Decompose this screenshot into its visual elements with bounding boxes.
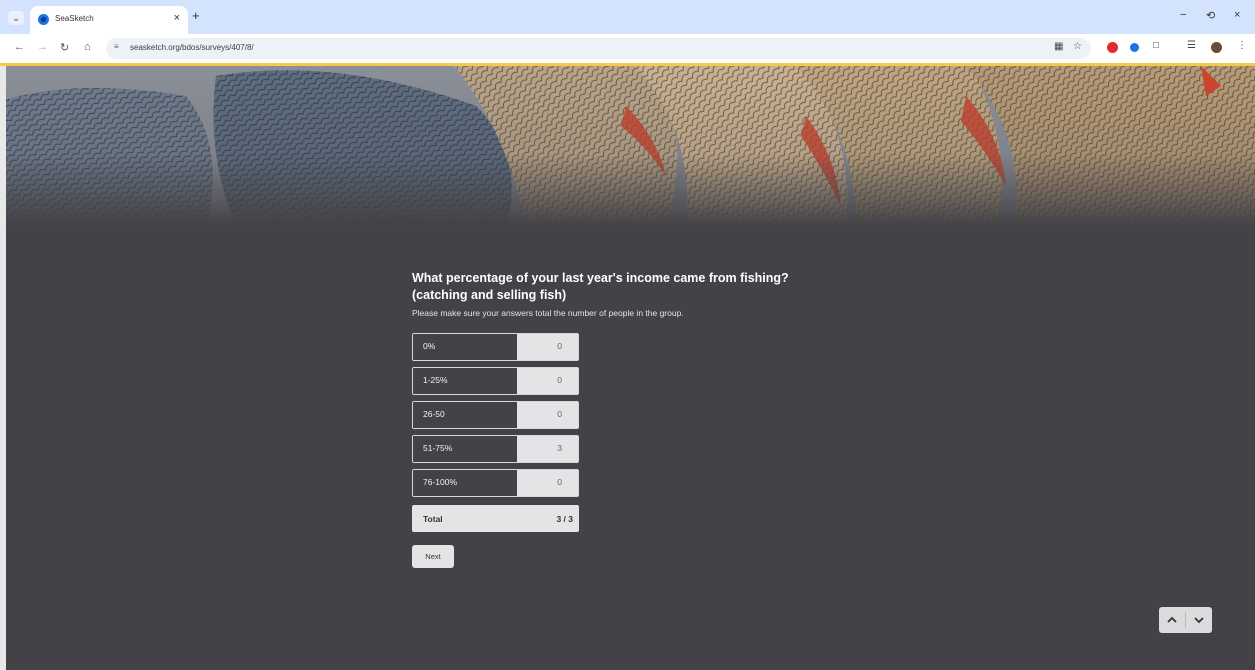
total-summary: Total 3 / 3 bbox=[412, 505, 579, 532]
close-window-button[interactable]: × bbox=[1234, 9, 1240, 21]
question-pager bbox=[1159, 607, 1212, 633]
home-icon[interactable]: ⌂ bbox=[84, 41, 91, 53]
url-text: seasketch.org/bdos/surveys/407/8/ bbox=[130, 43, 254, 52]
answer-label: 51-75% bbox=[413, 436, 517, 462]
total-value: 3 / 3 bbox=[556, 513, 573, 524]
cast-icon[interactable]: ▦ bbox=[1054, 41, 1063, 52]
forward-icon[interactable]: → bbox=[37, 41, 48, 53]
answer-number-input[interactable]: 3 bbox=[517, 436, 578, 462]
answer-row-1: 1-25% 0 bbox=[412, 367, 579, 395]
tab-title: SeaSketch bbox=[55, 14, 94, 23]
tab-menu-icon[interactable]: ⌄ bbox=[8, 11, 24, 25]
answer-number-input[interactable]: 0 bbox=[517, 470, 578, 496]
question-title: What percentage of your last year's inco… bbox=[412, 271, 789, 302]
survey-question-block: What percentage of your last year's inco… bbox=[412, 270, 832, 568]
new-tab-button[interactable]: + bbox=[192, 8, 200, 23]
reload-icon[interactable]: ↻ bbox=[60, 41, 69, 54]
total-label: Total bbox=[423, 513, 443, 524]
minimize-button[interactable]: − bbox=[1180, 9, 1186, 21]
extension-icon[interactable]: □ bbox=[1153, 40, 1159, 51]
tab-strip: ⌄ SeaSketch × + − ⟲ × bbox=[0, 0, 1255, 34]
tab-close-icon[interactable]: × bbox=[174, 12, 180, 24]
answer-rows: 0% 0 1-25% 0 26-50 0 51-75% 3 76-100% 0 bbox=[412, 333, 832, 497]
answer-row-2: 26-50 0 bbox=[412, 401, 579, 429]
restore-button[interactable]: ⟲ bbox=[1206, 9, 1215, 22]
browser-tab[interactable]: SeaSketch × bbox=[30, 6, 188, 34]
answer-number-input[interactable]: 0 bbox=[517, 334, 578, 360]
answer-label: 26-50 bbox=[413, 402, 517, 428]
question-hint: Please make sure your answers total the … bbox=[412, 308, 684, 318]
extension-blue-icon[interactable] bbox=[1130, 43, 1139, 52]
extension-2-icon[interactable]: ☰ bbox=[1187, 40, 1196, 51]
chevron-up-icon bbox=[1167, 616, 1177, 623]
address-bar[interactable]: ≡ seasketch.org/bdos/surveys/407/8/ ▦ ☆ bbox=[106, 38, 1091, 59]
answer-row-3: 51-75% 3 bbox=[412, 435, 579, 463]
bookmark-star-icon[interactable]: ☆ bbox=[1073, 41, 1082, 52]
profile-avatar[interactable] bbox=[1211, 42, 1222, 53]
browser-toolbar: ← → ↻ ⌂ ≡ seasketch.org/bdos/surveys/407… bbox=[0, 34, 1255, 63]
previous-question-button[interactable] bbox=[1159, 607, 1185, 633]
next-button[interactable]: Next bbox=[412, 545, 454, 568]
answer-row-4: 76-100% 0 bbox=[412, 469, 579, 497]
answer-label: 0% bbox=[413, 334, 517, 360]
answer-number-input[interactable]: 0 bbox=[517, 368, 578, 394]
answer-label: 76-100% bbox=[413, 470, 517, 496]
hero-fish-image bbox=[6, 66, 1255, 226]
back-icon[interactable]: ← bbox=[14, 41, 25, 53]
favicon bbox=[38, 14, 49, 25]
site-info-icon[interactable]: ≡ bbox=[114, 42, 119, 51]
survey-page: What percentage of your last year's inco… bbox=[0, 66, 1255, 670]
browser-menu-icon[interactable]: ⋮ bbox=[1237, 40, 1247, 51]
chevron-down-icon bbox=[1194, 617, 1204, 624]
answer-row-0: 0% 0 bbox=[412, 333, 579, 361]
extension-red-icon[interactable] bbox=[1107, 42, 1118, 53]
next-question-button[interactable] bbox=[1186, 607, 1212, 633]
answer-label: 1-25% bbox=[413, 368, 517, 394]
answer-number-input[interactable]: 0 bbox=[517, 402, 578, 428]
